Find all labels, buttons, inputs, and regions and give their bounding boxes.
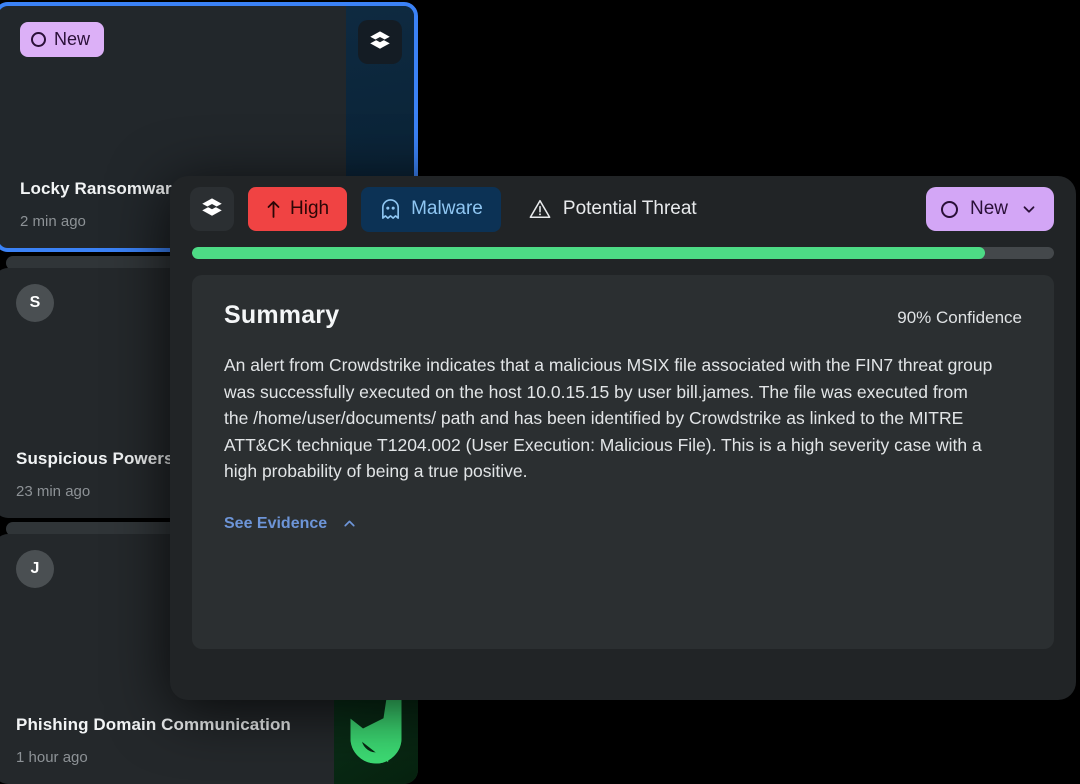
circle-outline-icon (31, 32, 46, 47)
circle-outline-icon (940, 200, 958, 218)
alert-detail-modal: High Malware Potential Threat New Summar… (170, 176, 1076, 700)
hexagon-layers-icon (358, 20, 402, 64)
chevron-down-icon (1023, 206, 1035, 213)
status-dropdown[interactable]: New (925, 187, 1054, 231)
chevron-up-icon (344, 520, 355, 527)
confidence-progress-fill (192, 247, 986, 259)
see-evidence-label: See Evidence (224, 514, 328, 532)
summary-panel: Summary 90% Confidence An alert from Cro… (192, 275, 1054, 649)
warning-triangle-icon (529, 199, 551, 219)
ghost-icon (382, 198, 400, 219)
card-title: Phishing Domain Communication (16, 715, 291, 734)
avatar: S (16, 284, 54, 322)
card-status-badge: New (20, 22, 105, 57)
avatar: J (16, 550, 54, 588)
verdict-label: Potential Threat (562, 198, 697, 219)
category-label: Malware (411, 198, 483, 219)
severity-badge-high[interactable]: High (248, 187, 348, 231)
card-status-label: New (54, 29, 91, 49)
summary-header: Summary 90% Confidence (224, 301, 1022, 330)
arrow-up-icon (267, 201, 280, 218)
confidence-label: 90% Confidence (897, 308, 1022, 327)
verdict-badge: Potential Threat (529, 198, 697, 220)
modal-header: High Malware Potential Threat New (170, 176, 1076, 242)
confidence-progress-bar (192, 247, 1054, 259)
hexagon-layers-icon (190, 187, 234, 231)
summary-body-text: An alert from Crowdstrike indicates that… (224, 355, 993, 481)
category-badge-malware[interactable]: Malware (361, 186, 501, 232)
see-evidence-link[interactable]: See Evidence (224, 515, 358, 533)
status-label: New (969, 198, 1008, 219)
severity-label: High (290, 198, 330, 219)
summary-title: Summary (224, 301, 340, 329)
card-timestamp: 1 hour ago (16, 749, 88, 766)
